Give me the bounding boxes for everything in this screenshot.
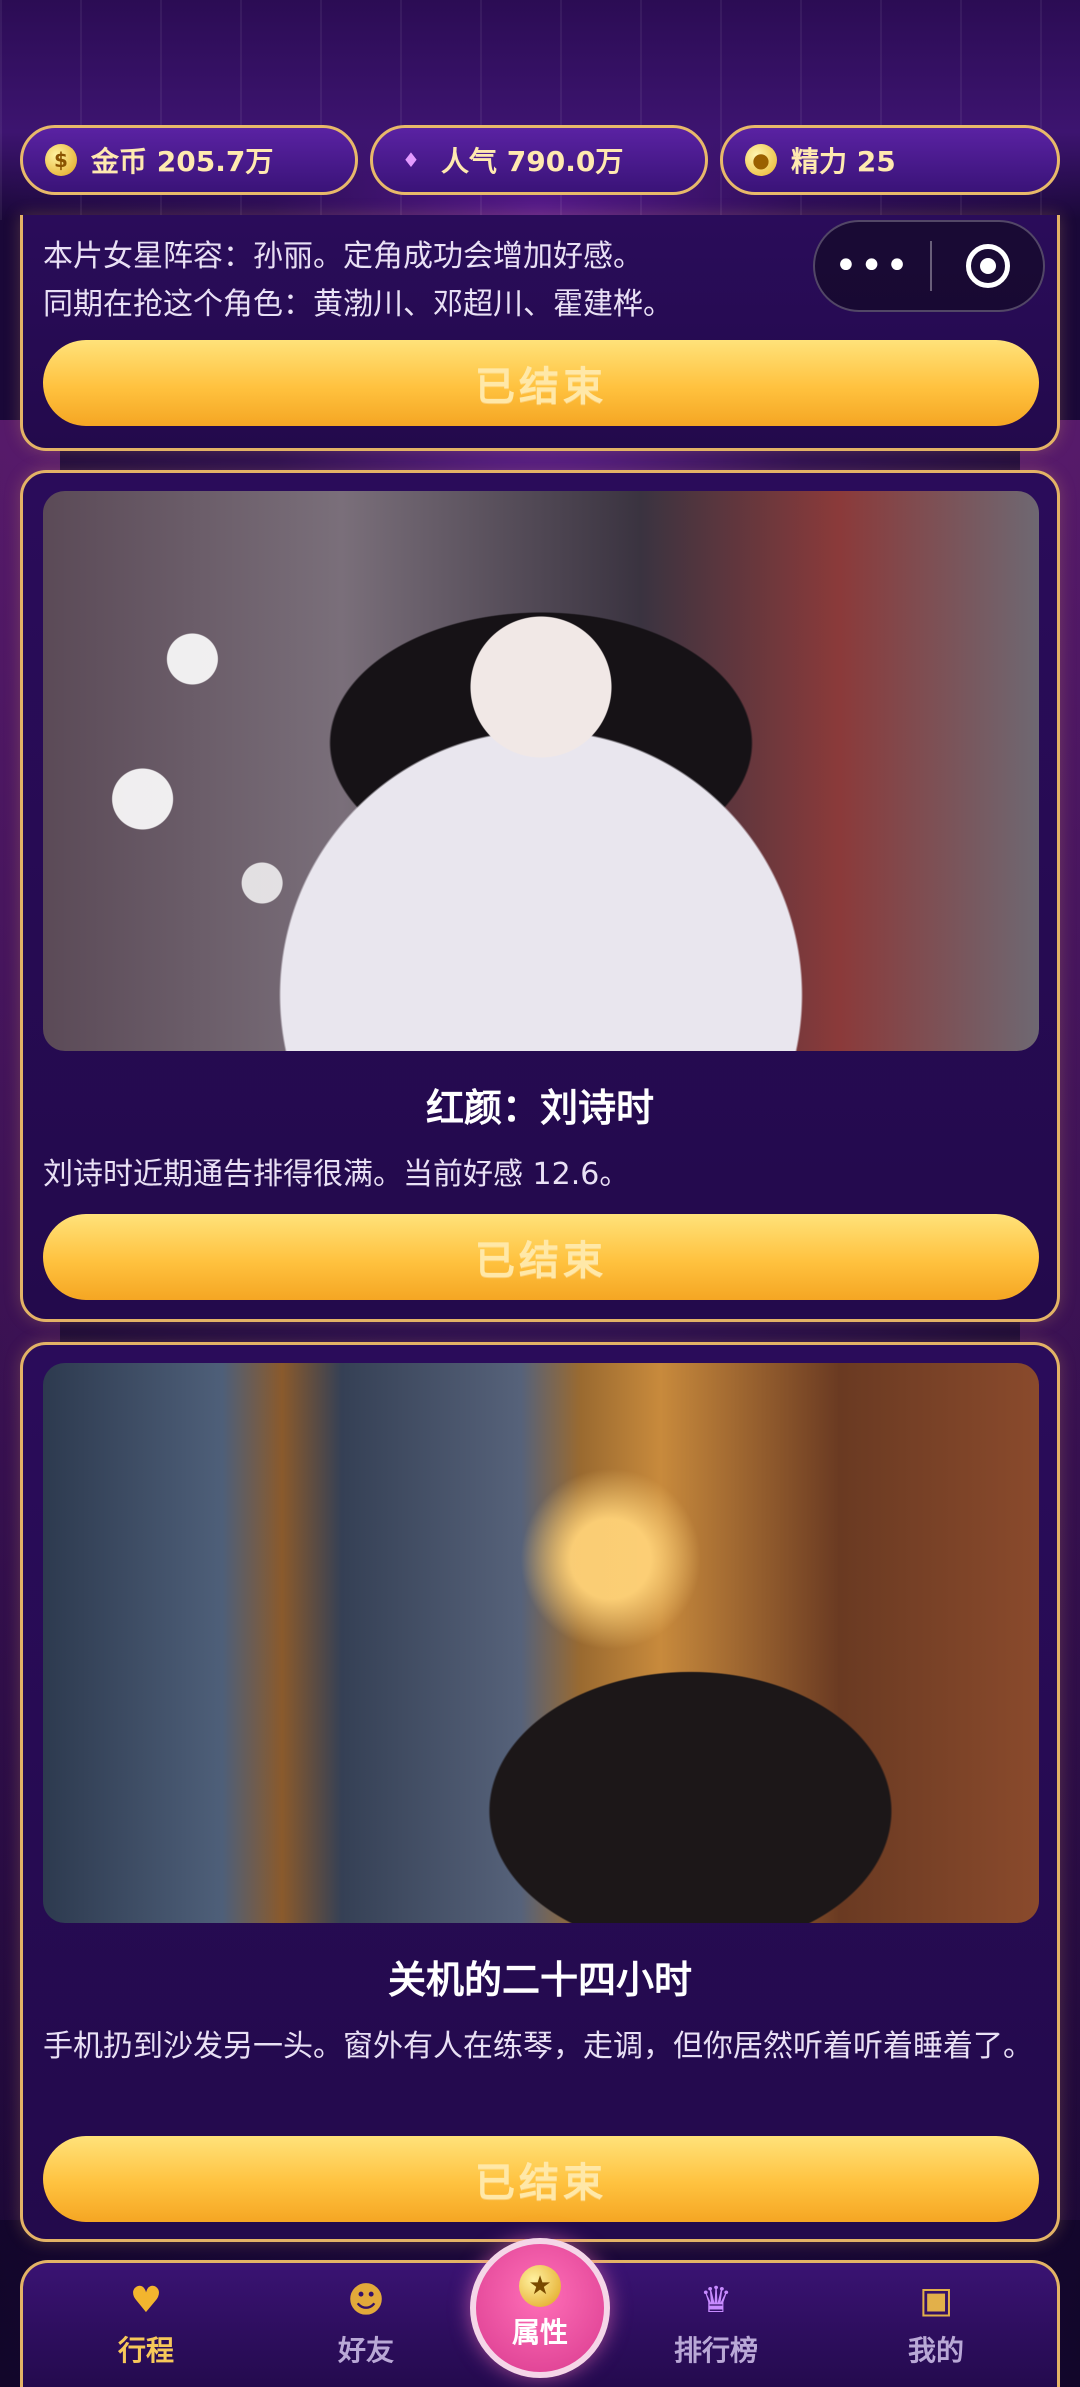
nav-item-attributes[interactable]: ★ 属性: [470, 2238, 610, 2378]
heart-icon: ♥: [129, 2279, 163, 2321]
actress-photo: [43, 491, 1039, 1051]
ended-button[interactable]: 已结束: [43, 2136, 1039, 2222]
resource-bar: $ 金币 205.7万 ♦ 人气 790.0万 ● 精力 25: [0, 125, 1080, 197]
card-desc: 刘诗时近期通告排得很满。当前好感 12.6。: [43, 1157, 630, 1192]
card-title: 关机的二十四小时: [387, 1958, 692, 2002]
trophy-icon: ♛: [699, 2279, 733, 2321]
ended-button[interactable]: 已结束: [43, 340, 1039, 426]
more-menu-button[interactable]: •••: [815, 246, 930, 286]
gold-chip[interactable]: $ 金币 205.7万: [20, 125, 358, 195]
target-icon: [965, 244, 1010, 288]
backpack-icon: ▣: [918, 2279, 953, 2321]
card-title: 红颜：刘诗时: [425, 1086, 654, 1130]
energy-chip[interactable]: ● 精力 25: [720, 125, 1060, 195]
gem-icon: ♦: [402, 148, 420, 172]
nav-item-friends[interactable]: ☻ 好友: [306, 2277, 426, 2369]
schedule-card-offline: 关机的二十四小时 手机扔到沙发另一头。窗外有人在练琴，走调，但你居然听着听着睡着…: [20, 1342, 1060, 2242]
ended-button[interactable]: 已结束: [43, 1214, 1039, 1300]
card-desc: 手机扔到沙发另一头。窗外有人在练琴，走调，但你居然听着听着睡着了。: [43, 2029, 1033, 2064]
schedule-card-beauty: 红颜：刘诗时 刘诗时近期通告排得很满。当前好感 12.6。 已结束: [20, 470, 1060, 1322]
energy-icon: ●: [745, 144, 777, 176]
close-miniprogram-button[interactable]: [932, 244, 1043, 288]
gold-label: 金币 205.7万: [91, 145, 274, 178]
coin-icon: $: [45, 144, 77, 176]
star-coin-icon: ★: [519, 2265, 561, 2307]
miniprogram-capsule: •••: [813, 220, 1045, 312]
energy-label: 精力 25: [791, 145, 896, 178]
popularity-label: 人气 790.0万: [441, 145, 624, 178]
cafe-photo: [43, 1363, 1039, 1923]
nav-item-ranking[interactable]: ♛ 排行榜: [656, 2277, 776, 2369]
friends-icon: ☻: [347, 2279, 385, 2321]
nav-item-mine[interactable]: ▣ 我的: [876, 2277, 996, 2369]
nav-item-schedule[interactable]: ♥ 行程: [86, 2277, 206, 2369]
popularity-chip[interactable]: ♦ 人气 790.0万: [370, 125, 708, 195]
